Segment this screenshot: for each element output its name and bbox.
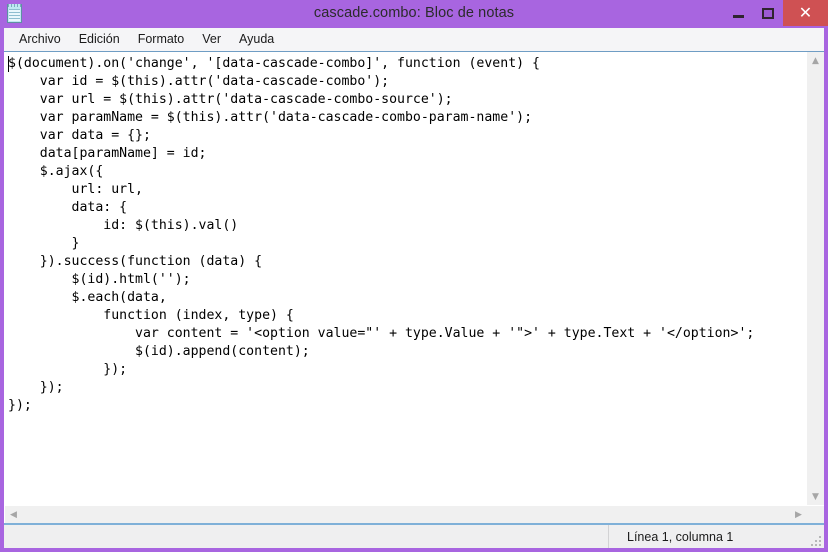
horizontal-scrollbar-track[interactable] [22, 506, 790, 523]
status-bar-empty-panel [4, 525, 609, 548]
editor-region: $(document).on('change', '[data-cascade-… [4, 52, 824, 523]
menu-item-ver[interactable]: Ver [193, 30, 230, 49]
horizontal-scrollbar[interactable]: ◀ ▶ [5, 506, 807, 523]
notepad-icon-lines [9, 9, 20, 21]
minimize-icon [732, 15, 744, 18]
menu-item-ayuda[interactable]: Ayuda [230, 30, 283, 49]
window-client-area: Archivo Edición Formato Ver Ayuda $(docu… [4, 28, 824, 548]
scroll-down-icon[interactable]: ▼ [807, 488, 824, 505]
title-bar[interactable]: cascade.combo: Bloc de notas ✕ [0, 0, 828, 28]
editor-content[interactable]: $(document).on('change', '[data-cascade-… [8, 55, 806, 415]
vertical-scrollbar[interactable]: ▲ ▼ [806, 52, 824, 505]
vertical-scrollbar-track[interactable] [807, 69, 824, 488]
text-editor[interactable]: $(document).on('change', '[data-cascade-… [5, 52, 806, 505]
status-bar-position: Línea 1, columna 1 [627, 529, 734, 544]
close-button[interactable]: ✕ [783, 0, 828, 26]
menu-item-archivo[interactable]: Archivo [10, 30, 70, 49]
scroll-up-icon[interactable]: ▲ [807, 52, 824, 69]
maximize-button[interactable] [753, 0, 783, 26]
window-title: cascade.combo: Bloc de notas [313, 5, 515, 21]
caption-buttons: ✕ [723, 0, 828, 28]
editor-row: $(document).on('change', '[data-cascade-… [5, 52, 824, 505]
text-caret [8, 56, 9, 72]
scroll-left-icon[interactable]: ◀ [5, 506, 22, 523]
resize-grip-icon[interactable] [809, 534, 821, 546]
menu-bar: Archivo Edición Formato Ver Ayuda [4, 28, 824, 52]
notepad-icon [6, 4, 23, 23]
notepad-window: cascade.combo: Bloc de notas ✕ Archivo E… [0, 0, 828, 552]
horizontal-scrollbar-row: ◀ ▶ [5, 505, 824, 523]
status-bar: Línea 1, columna 1 [4, 523, 824, 548]
maximize-icon [762, 7, 774, 19]
minimize-button[interactable] [723, 0, 753, 26]
scroll-right-icon[interactable]: ▶ [790, 506, 807, 523]
notepad-icon-rings [8, 4, 21, 7]
menu-item-formato[interactable]: Formato [129, 30, 194, 49]
scrollbar-corner [807, 506, 824, 523]
close-icon: ✕ [798, 3, 813, 22]
menu-item-edicion[interactable]: Edición [70, 30, 129, 49]
